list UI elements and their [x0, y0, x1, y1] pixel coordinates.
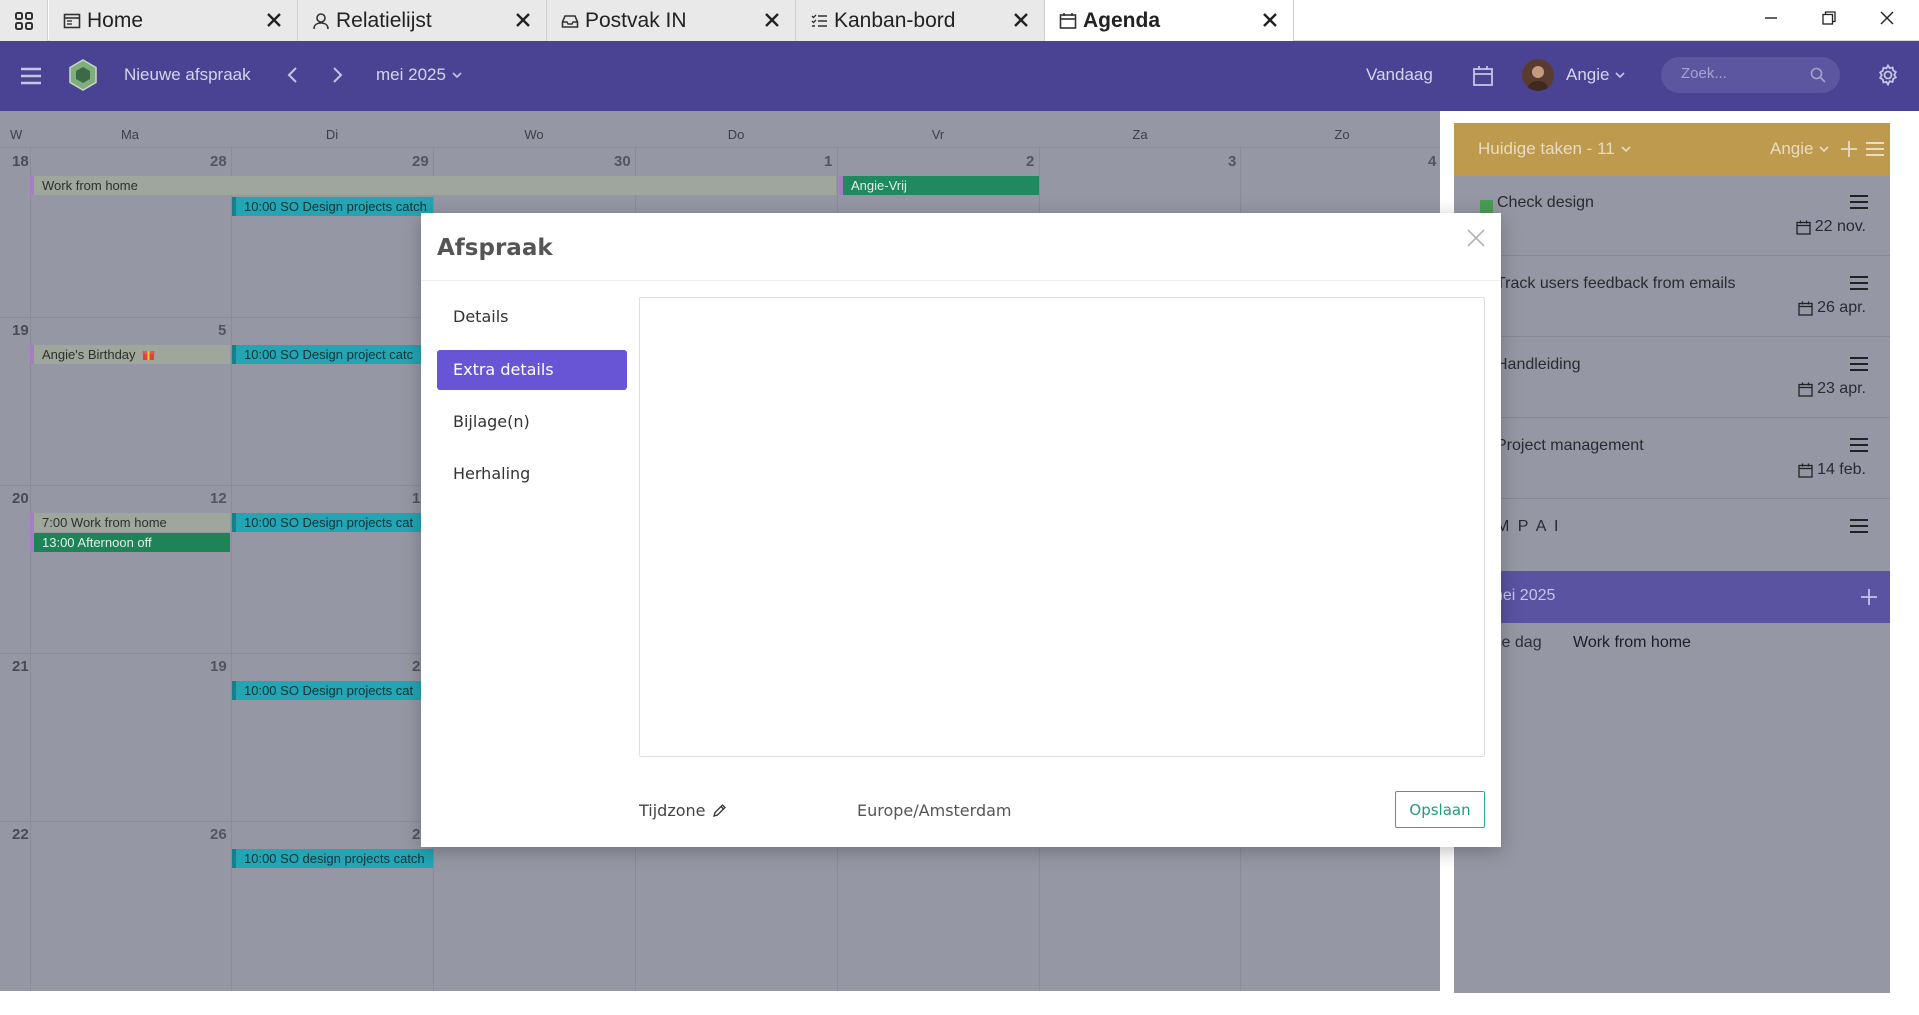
nav-details[interactable]: Details: [437, 297, 627, 337]
restore-icon: [1822, 11, 1836, 25]
search-input[interactable]: [1681, 65, 1801, 82]
tab-postvak-in[interactable]: Postvak IN: [547, 0, 796, 41]
month-label: mei 2025: [376, 65, 446, 84]
month-selector[interactable]: mei 2025: [376, 65, 462, 85]
calendar-icon: [1059, 12, 1077, 30]
tab-label: Kanban-bord: [834, 8, 956, 32]
today-button[interactable]: Vandaag: [1366, 65, 1433, 85]
save-button[interactable]: Opslaan: [1395, 791, 1485, 828]
nav-recurrence[interactable]: Herhaling: [437, 454, 627, 494]
app-logo-icon: [66, 58, 100, 92]
inbox-icon: [561, 12, 579, 30]
grid-icon: [14, 11, 33, 30]
minimize-button[interactable]: [1742, 0, 1800, 36]
chevron-left-icon[interactable]: [282, 65, 302, 85]
user-menu[interactable]: Angie: [1566, 65, 1626, 85]
nav-attachments[interactable]: Bijlage(n): [437, 402, 627, 442]
hamburger-menu-icon[interactable]: [18, 63, 44, 89]
person-icon: [312, 12, 330, 30]
tab-bar: Home Relatielijst Postvak IN Kanban-bord…: [0, 0, 1919, 41]
search-icon[interactable]: [1810, 67, 1826, 83]
avatar[interactable]: [1522, 59, 1554, 91]
tab-label: Postvak IN: [585, 8, 687, 32]
minimize-icon: [1765, 17, 1777, 19]
restore-button[interactable]: [1800, 0, 1858, 36]
search-box: [1661, 57, 1840, 93]
list-icon: [810, 12, 828, 30]
tab-label: Home: [87, 8, 144, 32]
calendar-picker-icon[interactable]: [1470, 63, 1496, 89]
close-icon[interactable]: [763, 11, 781, 29]
tab-agenda[interactable]: Agenda: [1045, 0, 1294, 41]
close-icon[interactable]: [265, 11, 283, 29]
chevron-down-icon: [452, 72, 462, 79]
nav-extra-details[interactable]: Extra details: [437, 350, 627, 390]
gear-icon[interactable]: [1874, 61, 1902, 89]
dialog-title: Afspraak: [437, 235, 553, 261]
timezone-value: Europe/Amsterdam: [857, 801, 1012, 820]
app-header: Nieuwe afspraak mei 2025 Vandaag Angie: [0, 41, 1919, 111]
tab-label: Relatielijst: [336, 8, 432, 32]
tab-kanban-bord[interactable]: Kanban-bord: [796, 0, 1045, 41]
user-name: Angie: [1566, 65, 1610, 84]
chevron-right-icon[interactable]: [328, 65, 348, 85]
close-icon[interactable]: [514, 11, 532, 29]
close-icon: [1880, 11, 1894, 25]
home-icon: [63, 12, 81, 30]
appointment-dialog: Afspraak Details Extra details Bijlage(n…: [421, 213, 1501, 847]
timezone-label: Tijdzone: [639, 801, 727, 820]
close-icon[interactable]: [1465, 227, 1487, 249]
window-close-button[interactable]: [1858, 0, 1916, 36]
timezone-label-text: Tijdzone: [639, 801, 706, 820]
close-icon[interactable]: [1261, 11, 1279, 29]
chevron-down-icon: [1615, 72, 1626, 79]
divider: [421, 280, 1501, 281]
pencil-icon[interactable]: [712, 803, 727, 818]
new-appointment-button[interactable]: Nieuwe afspraak: [124, 65, 251, 85]
tab-relatielijst[interactable]: Relatielijst: [298, 0, 547, 41]
close-icon[interactable]: [1012, 11, 1030, 29]
tab-home[interactable]: Home: [49, 0, 298, 41]
extra-details-editor[interactable]: [639, 297, 1485, 757]
tab-label: Agenda: [1083, 8, 1161, 32]
apps-grid-button[interactable]: [0, 0, 48, 41]
